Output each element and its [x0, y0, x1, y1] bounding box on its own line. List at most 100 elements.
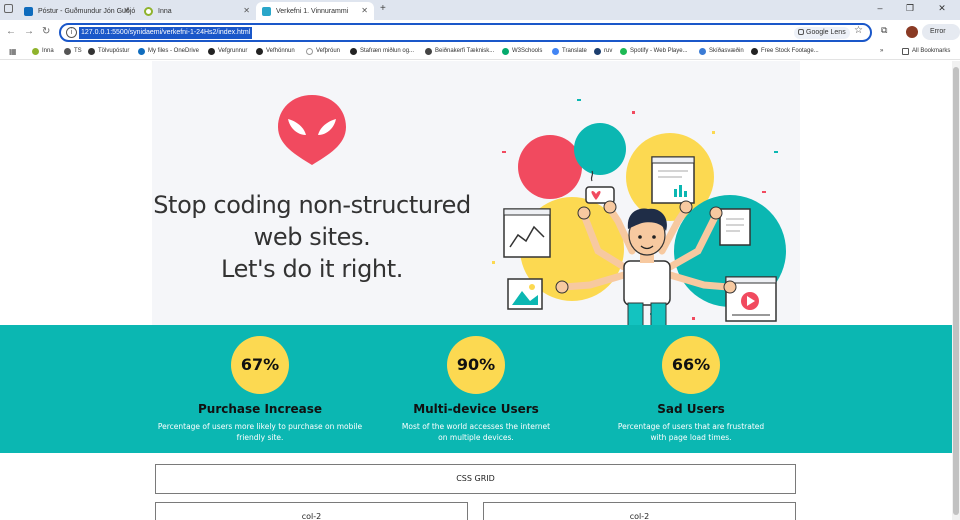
close-icon[interactable]: ✕ — [243, 6, 250, 15]
error-button[interactable]: Error ⋮ — [922, 24, 960, 51]
scrollbar-thumb[interactable] — [953, 67, 959, 515]
bookmark-item[interactable]: Spotify - Web Playe... — [620, 46, 688, 57]
apps-grid-icon[interactable]: ▦ — [9, 47, 17, 56]
google-lens-button[interactable]: Google Lens — [794, 27, 850, 39]
reload-icon[interactable]: ↻ — [42, 26, 50, 37]
bookmark-item[interactable]: Tölvupóstur — [88, 46, 129, 57]
vscode-icon — [262, 6, 271, 16]
tab-title: Inna — [158, 7, 172, 15]
bookmark-label: My files - OneDrive — [148, 48, 200, 54]
folder-icon — [902, 48, 909, 55]
back-icon[interactable]: ← — [6, 26, 16, 37]
bookmark-item[interactable]: Vefgrunnur — [208, 46, 247, 57]
tab-search-icon[interactable] — [4, 4, 13, 13]
stat-description-line: friendly site. — [236, 433, 284, 442]
bookmark-item[interactable]: Translate — [552, 46, 587, 57]
bookmark-label: Tölvupóstur — [98, 48, 130, 54]
all-bookmarks-button[interactable]: All Bookmarks — [902, 46, 950, 57]
outlook-icon — [24, 6, 33, 16]
bookmark-item[interactable]: TS — [64, 46, 82, 57]
bookmark-label: Inna — [42, 48, 54, 54]
stat-description: Percentage of users that are frustrated … — [581, 421, 801, 443]
close-icon[interactable]: ✕ — [361, 6, 368, 15]
inna-icon — [144, 6, 153, 16]
all-bookmarks-label: All Bookmarks — [912, 48, 951, 54]
stat-description-line: with page load times. — [650, 433, 732, 442]
bookmark-label: Vefhönnun — [266, 48, 295, 54]
stat-value: 66% — [662, 336, 720, 394]
lens-label: Google Lens — [806, 29, 846, 36]
restore-icon[interactable]: ❐ — [900, 3, 920, 14]
window-close-icon[interactable]: ✕ — [932, 3, 952, 14]
stat-description-line: on multiple devices. — [438, 433, 514, 442]
bookmark-item[interactable]: Skíðasvæðin — [699, 46, 744, 57]
tab-strip: Póstur - Guðmundur Jón Guðjó ✕ Inna ✕ Ve… — [0, 0, 960, 20]
css-grid-header: CSS GRID — [155, 464, 796, 494]
bookmark-label: Free Stock Footage... — [761, 48, 819, 54]
stat-description-line: Percentage of users more likely to purch… — [157, 422, 363, 431]
bookmark-favicon-icon — [256, 48, 263, 55]
bookmark-item[interactable]: W3Schools — [502, 46, 542, 57]
new-tab-button[interactable]: + — [380, 3, 386, 14]
hero-headline: Stop coding non-structured web sites. Le… — [152, 189, 472, 285]
tab-outlook[interactable]: Póstur - Guðmundur Jón Guðjó ✕ — [18, 2, 136, 20]
bookmark-item[interactable]: My files - OneDrive — [138, 46, 199, 57]
address-bar[interactable]: i 127.0.0.1:5500/synidaemi/verkefni-1-24… — [59, 23, 872, 42]
bookmark-favicon-icon — [32, 48, 39, 55]
bookmarks-bar: ▦ Inna TS Tölvupóstur My files - OneDrive Ve… — [0, 44, 960, 60]
bookmark-star-icon[interactable]: ☆ — [854, 25, 863, 36]
bookmark-favicon-icon — [208, 48, 215, 55]
bookmark-item[interactable]: Free Stock Footage... — [751, 46, 819, 57]
bookmark-favicon-icon — [594, 48, 601, 55]
bookmark-label: ruv — [604, 48, 613, 54]
tab-verkefni[interactable]: Verkefni 1. Vinnurammi ✕ — [256, 2, 374, 20]
bookmark-favicon-icon — [64, 48, 71, 55]
bookmark-label: TS — [74, 48, 82, 54]
headline-line: Stop coding non-structured — [153, 191, 471, 219]
stat-title: Sad Users — [657, 402, 725, 416]
stat-title: Purchase Increase — [197, 402, 323, 416]
bookmark-favicon-icon — [620, 48, 627, 55]
bookmark-item[interactable]: Vefþróun — [306, 46, 340, 57]
tab-inna[interactable]: Inna ✕ — [138, 2, 256, 20]
stats-section: 67% Purchase Increase Percentage of user… — [0, 325, 952, 453]
bookmark-item[interactable]: Beiðnakerfi Tæknisk... — [425, 46, 494, 57]
lens-icon — [798, 29, 804, 36]
minimize-icon[interactable]: – — [870, 3, 890, 13]
stat-description-line: Percentage of users that are frustrated — [617, 422, 765, 431]
bookmark-favicon-icon — [88, 48, 95, 55]
bookmark-label: Beiðnakerfi Tæknisk... — [435, 48, 495, 54]
grid-col-right: col-2 — [483, 502, 796, 520]
site-info-icon[interactable]: i — [66, 27, 77, 38]
stat-value: 67% — [231, 336, 289, 394]
bookmark-label: Spotify - Web Playe... — [630, 48, 688, 54]
bookmark-favicon-icon — [138, 48, 145, 55]
multitasking-developer-illustration — [492, 99, 786, 338]
bookmark-item[interactable]: Inna — [32, 46, 54, 57]
bookmark-favicon-icon — [502, 48, 509, 55]
bookmark-favicon-icon — [552, 48, 559, 55]
headline-line: web sites. — [253, 223, 371, 251]
headline-line: Let's do it right. — [221, 255, 403, 283]
extensions-icon[interactable]: ⧉ — [881, 25, 887, 36]
bookmark-item[interactable]: Stafræn miðlun og... — [350, 46, 414, 57]
bookmarks-overflow-button[interactable]: » — [880, 46, 883, 57]
bookmark-favicon-icon — [306, 48, 313, 55]
bookmark-label: Vefþróun — [316, 48, 341, 54]
hero-section: Stop coding non-structured web sites. Le… — [152, 61, 800, 338]
bookmark-label: Skíðasvæðin — [709, 48, 744, 54]
url-text[interactable]: 127.0.0.1:5500/synidaemi/verkefni-1-24Hs… — [79, 27, 253, 39]
bookmark-label: Stafræn miðlun og... — [360, 48, 415, 54]
bookmark-item[interactable]: ruv — [594, 46, 612, 57]
stat-description: Percentage of users more likely to purch… — [150, 421, 370, 443]
stat-title: Multi-device Users — [413, 402, 539, 416]
tab-title: Póstur - Guðmundur Jón Guðjó — [38, 7, 136, 15]
bookmark-favicon-icon — [699, 48, 706, 55]
forward-icon[interactable]: → — [24, 26, 34, 37]
bookmark-item[interactable]: Vefhönnun — [256, 46, 295, 57]
bookmark-label: Vefgrunnur — [218, 48, 248, 54]
error-label: Error — [930, 28, 946, 35]
page-scrollbar[interactable] — [952, 61, 960, 520]
close-icon[interactable]: ✕ — [123, 6, 130, 15]
avatar[interactable] — [906, 26, 918, 38]
